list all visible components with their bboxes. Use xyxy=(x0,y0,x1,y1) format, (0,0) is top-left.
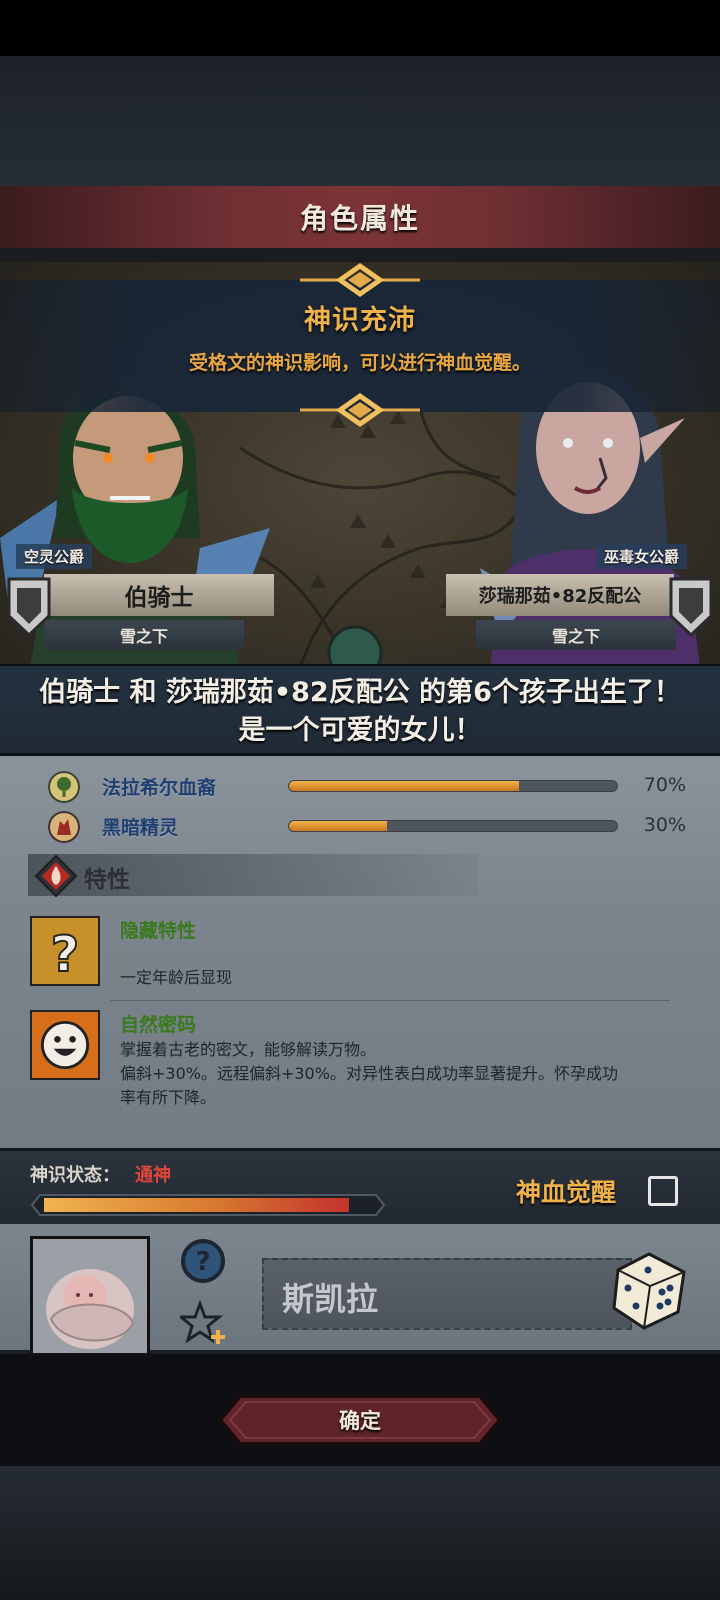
bloodline-bar xyxy=(288,820,618,832)
trait-item[interactable]: 自然密码 掌握着古老的密文，能够解读万物。 偏斜+30%。远程偏斜+30%。对异… xyxy=(28,1010,708,1130)
bloodline-name: 黑暗精灵 xyxy=(102,817,179,839)
mother-name-plate[interactable]: 莎瑞那茹•82反配公 xyxy=(446,574,674,616)
page-title: 角色属性 xyxy=(299,202,420,235)
trait-description: 一定年龄后显现 xyxy=(120,968,233,987)
trait-item[interactable]: ? 隐藏特性 一定年龄后显现 xyxy=(28,916,708,992)
child-info: ? 斯凯拉 xyxy=(0,1224,720,1356)
mother-shield-icon xyxy=(669,577,713,638)
divine-sense-status: 神识状态： 通神 神血觉醒 xyxy=(0,1148,720,1224)
bloodline-bar xyxy=(288,780,618,792)
bloodline-fill xyxy=(289,781,519,791)
child-details-panel: 法拉希尔血裔 70% 黑暗精灵 30% 特性 ? 隐藏特性 一定年龄后显现 自然… xyxy=(0,756,720,1148)
confirm-button-label: 确定 xyxy=(339,1409,381,1433)
traits-section-header: 特性 xyxy=(28,854,478,898)
bloodline-fill xyxy=(289,821,388,831)
flame-diamond-icon xyxy=(34,854,78,898)
divider xyxy=(110,1000,670,1001)
father-title-tag: 空灵公爵 xyxy=(16,544,93,569)
trait-description-line: 偏斜+30%。远程偏斜+30%。对异性表白成功率显著提升。怀孕成功 xyxy=(120,1064,618,1083)
trait-name: 自然密码 xyxy=(120,1014,197,1036)
smiley-face-icon xyxy=(30,1010,100,1080)
question-circle-icon[interactable]: ? xyxy=(180,1238,226,1284)
bloodline-row: 黑暗精灵 30% xyxy=(48,808,698,844)
child-name: 斯凯拉 xyxy=(282,1280,379,1318)
trait-name: 隐藏特性 xyxy=(120,920,197,942)
father-shield-icon xyxy=(7,577,51,638)
trait-description: 掌握着古老的密文，能够解读万物。 偏斜+30%。远程偏斜+30%。对异性表白成功… xyxy=(120,1038,680,1110)
star-plus-icon[interactable] xyxy=(180,1300,226,1346)
dark-elf-emblem-icon xyxy=(48,811,80,843)
panel-header: 角色属性 xyxy=(0,186,720,248)
child-name-field[interactable]: 斯凯拉 xyxy=(262,1258,632,1330)
birth-message-line2: 是一个可爱的女儿！ xyxy=(238,715,482,746)
status-fill xyxy=(44,1198,350,1212)
banner-title: 神识充沛 xyxy=(304,305,416,336)
status-progress-bar xyxy=(30,1193,386,1217)
trait-description-line: 掌握着古老的密文，能够解读万物。 xyxy=(120,1040,377,1059)
confirm-button[interactable]: 确定 xyxy=(216,1392,504,1448)
ornament-knot-icon xyxy=(300,262,420,298)
mother-house: 雪之下 xyxy=(476,620,676,650)
ornament-knot-icon xyxy=(300,392,420,428)
status-value: 通神 xyxy=(135,1165,171,1186)
father-name-plate[interactable]: 伯骑士 xyxy=(44,574,274,616)
status-bar-area xyxy=(0,0,720,56)
mother-title-tag: 巫毒女公爵 xyxy=(596,544,688,569)
bloodline-percent: 30% xyxy=(643,814,686,836)
birth-message: 伯骑士 和 莎瑞那茹•82反配公 的第6个孩子出生了！ 是一个可爱的女儿！ xyxy=(0,664,720,756)
tree-emblem-icon xyxy=(48,771,80,803)
parents-scene: 神识充沛 受格文的神识影响，可以进行神血觉醒。 空灵公爵 伯骑士 雪之下 巫毒女… xyxy=(0,248,720,668)
dice-icon[interactable] xyxy=(608,1250,690,1332)
dimmed-background-bottom xyxy=(0,1466,720,1600)
traits-section-title: 特性 xyxy=(84,867,130,893)
child-avatar xyxy=(30,1236,150,1356)
father-house: 雪之下 xyxy=(44,620,244,650)
blood-awaken-checkbox[interactable] xyxy=(648,1176,678,1206)
baby-portrait xyxy=(33,1239,147,1353)
trait-description-line: 率有所下降。 xyxy=(120,1088,217,1107)
svg-text:?: ? xyxy=(195,1247,210,1277)
banner-description: 受格文的神识影响，可以进行神血觉醒。 xyxy=(188,352,531,374)
bloodline-row: 法拉希尔血裔 70% xyxy=(48,768,698,804)
bloodline-name: 法拉希尔血裔 xyxy=(102,777,217,799)
birth-message-line1: 伯骑士 和 莎瑞那茹•82反配公 的第6个孩子出生了！ xyxy=(39,677,681,708)
blood-awaken-label: 神血觉醒 xyxy=(516,1178,617,1207)
question-mark-icon: ? xyxy=(30,916,100,986)
status-label: 神识状态： xyxy=(30,1165,120,1186)
dimmed-background xyxy=(0,56,720,186)
awakening-banner: 神识充沛 受格文的神识影响，可以进行神血觉醒。 xyxy=(0,262,720,428)
svg-text:?: ? xyxy=(51,925,79,983)
bloodline-percent: 70% xyxy=(643,774,686,796)
